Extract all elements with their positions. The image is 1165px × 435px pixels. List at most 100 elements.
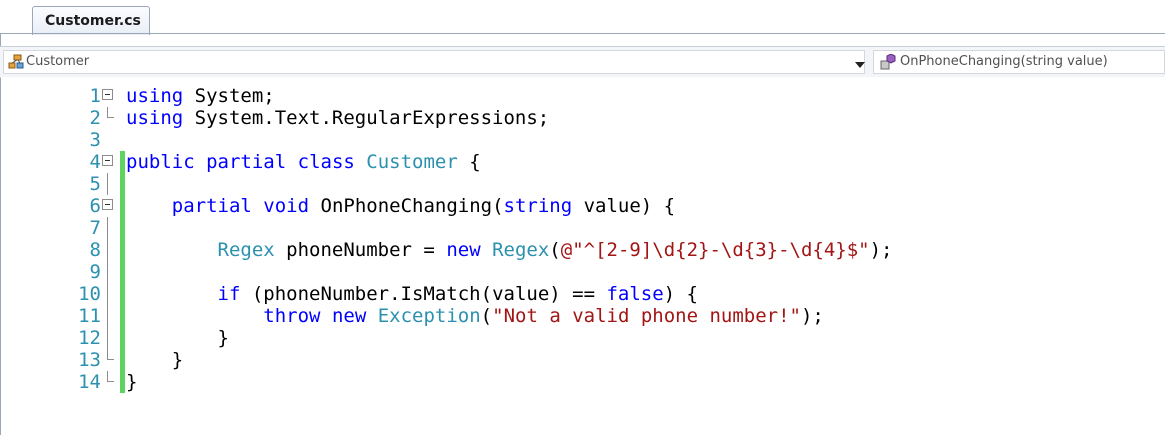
- code-token: (: [549, 239, 561, 261]
- fold-end-marker: [107, 107, 114, 118]
- fold-end-marker: [107, 349, 114, 360]
- fold-guide-line: [107, 217, 108, 239]
- code-token: }: [126, 371, 138, 393]
- code-line[interactable]: 2 using System.Text.RegularExpressions;: [1, 107, 1161, 129]
- code-token: if: [217, 283, 241, 305]
- type-combo[interactable]: Customer: [3, 50, 865, 74]
- change-indicator: [120, 261, 125, 283]
- code-text: partial void OnPhoneChanging(string valu…: [126, 195, 675, 217]
- code-text: if (phoneNumber.IsMatch(value) == false)…: [126, 283, 698, 305]
- code-token: void: [263, 195, 310, 217]
- line-number: 7: [89, 217, 101, 239]
- change-indicator: [120, 195, 125, 217]
- code-token: Customer: [366, 151, 458, 173]
- line-number: 10: [78, 283, 101, 305]
- code-token: throw: [263, 305, 321, 327]
- code-line[interactable]: 8 Regex phoneNumber = new Regex(@"^[2-9]…: [1, 239, 1161, 261]
- code-token: new: [446, 239, 481, 261]
- code-editor[interactable]: 1 using System; 2 using System.Text.Regular…: [1, 77, 1165, 435]
- change-indicator: [120, 349, 125, 371]
- code-text: }: [126, 327, 229, 349]
- line-number: 5: [89, 173, 101, 195]
- code-text: using System.Text.RegularExpressions;: [126, 107, 549, 129]
- document-tab-strip: Customer.cs: [0, 0, 1165, 35]
- change-indicator: [120, 151, 125, 173]
- code-token: }: [126, 349, 184, 371]
- change-indicator: [120, 217, 125, 239]
- code-token: new: [331, 305, 367, 327]
- code-line[interactable]: 10 if (phoneNumber.IsMatch(value) == fal…: [1, 283, 1161, 305]
- code-line[interactable]: 1 using System;: [1, 85, 1161, 107]
- collapse-toggle[interactable]: [102, 155, 113, 166]
- code-token: "Not a valid phone number!": [492, 305, 801, 327]
- code-line[interactable]: 12 }: [1, 327, 1161, 349]
- fold-guide-line: [107, 283, 108, 305]
- code-text: Regex phoneNumber = new Regex(@"^[2-9]\d…: [126, 239, 893, 261]
- code-token: Exception: [377, 305, 481, 327]
- line-number: 4: [89, 151, 101, 173]
- chevron-down-icon[interactable]: [855, 62, 865, 68]
- collapse-toggle[interactable]: [102, 199, 113, 210]
- member-combo-value: OnPhoneChanging(string value): [900, 54, 1108, 69]
- code-line[interactable]: 5: [1, 173, 1161, 195]
- line-number: 3: [89, 129, 101, 151]
- collapse-toggle[interactable]: [102, 89, 113, 100]
- code-line[interactable]: 11 throw new Exception("Not a valid phon…: [1, 305, 1161, 327]
- change-indicator: [120, 371, 125, 393]
- change-indicator: [120, 283, 125, 305]
- fold-guide-line: [107, 327, 108, 349]
- code-line[interactable]: 14}: [1, 371, 1161, 393]
- code-token: System.Text.RegularExpressions;: [183, 107, 550, 129]
- line-number: 1: [89, 85, 101, 107]
- code-token: Regex: [217, 239, 275, 261]
- code-text: public partial class Customer {: [126, 151, 481, 173]
- code-token: string: [503, 195, 573, 217]
- code-token: }: [126, 327, 229, 349]
- type-combo-value: Customer: [26, 54, 90, 69]
- code-token: Regex: [492, 239, 550, 261]
- code-token: public: [126, 151, 195, 173]
- tab-customer-cs[interactable]: Customer.cs: [32, 6, 150, 35]
- line-number: 14: [78, 371, 101, 393]
- code-token: (phoneNumber.IsMatch(value) ==: [240, 283, 607, 305]
- navigation-bar: Customer OnPhoneChanging(string value): [0, 46, 1165, 78]
- code-line[interactable]: 4 public partial class Customer {: [1, 151, 1161, 173]
- change-indicator: [120, 327, 125, 349]
- code-token: using: [126, 85, 184, 107]
- code-line[interactable]: 3: [1, 129, 1161, 151]
- line-number: 2: [89, 107, 101, 129]
- code-token: using: [126, 107, 184, 129]
- fold-end-marker: [107, 371, 114, 382]
- line-number: 8: [89, 239, 101, 261]
- code-token: phoneNumber =: [274, 239, 447, 261]
- code-text: }: [126, 349, 183, 371]
- code-token: false: [606, 283, 664, 305]
- change-indicator: [120, 305, 125, 327]
- code-token: );: [869, 239, 893, 261]
- line-number: 6: [89, 195, 101, 217]
- code-token: );: [800, 305, 824, 327]
- code-text: using System;: [126, 85, 275, 107]
- code-line[interactable]: 9: [1, 261, 1161, 283]
- member-combo[interactable]: OnPhoneChanging(string value): [873, 50, 1165, 74]
- code-token: partial: [206, 151, 287, 173]
- fold-guide-line: [107, 173, 108, 195]
- code-line[interactable]: 13 }: [1, 349, 1161, 371]
- line-number: 11: [78, 305, 101, 327]
- change-indicator: [120, 173, 125, 195]
- code-token: class: [297, 151, 355, 173]
- code-line[interactable]: 7: [1, 217, 1161, 239]
- code-token: partial: [171, 195, 252, 217]
- code-token: @"^[2-9]\d{2}-\d{3}-\d{4}$": [560, 239, 870, 261]
- line-number: 9: [89, 261, 101, 283]
- code-line[interactable]: 6 partial void OnPhoneChanging(string va…: [1, 195, 1161, 217]
- code-token: ) {: [663, 283, 698, 305]
